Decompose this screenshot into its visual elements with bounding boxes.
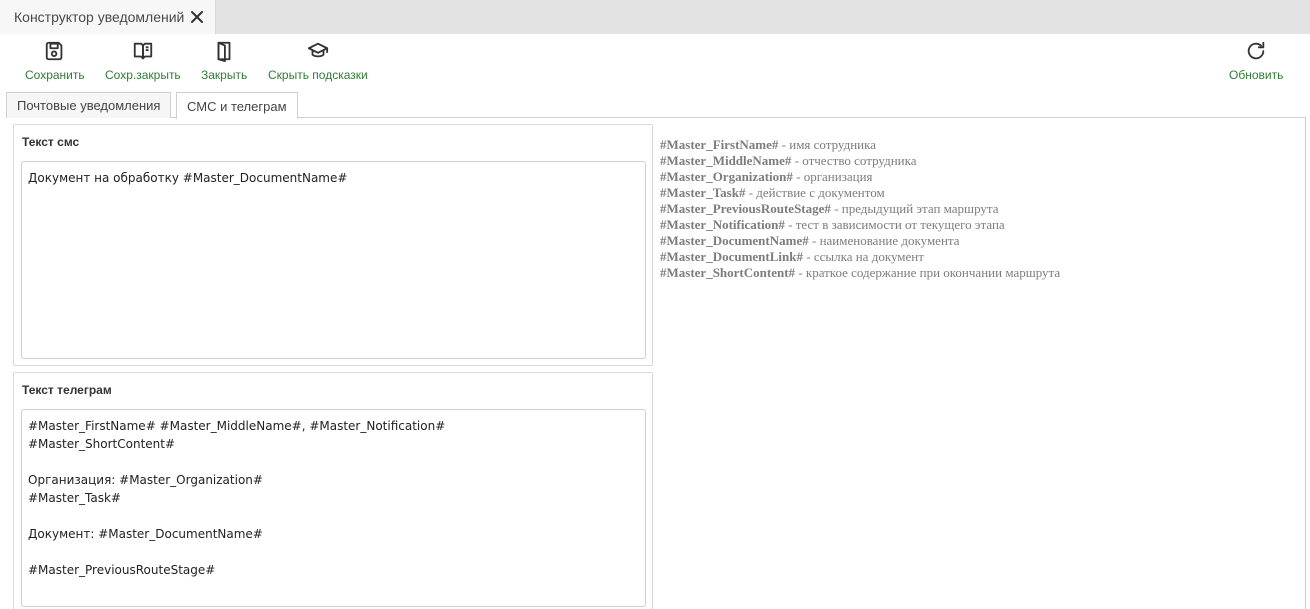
save-close-button[interactable]: Сохр.закрыть	[105, 40, 181, 82]
door-icon	[217, 41, 231, 62]
placeholder-hints: #Master_FirstName# - имя сотрудника #Mas…	[660, 137, 1060, 281]
refresh-button[interactable]: Обновить	[1229, 40, 1283, 82]
document-tab[interactable]: Конструктор уведомлений	[0, 0, 216, 34]
hint-item: #Master_DocumentName# - наименование док…	[660, 233, 960, 248]
save-button-label: Сохранить	[25, 68, 85, 82]
toolbar: Сохранить Сохр.закрыть Закрыть Скрыть по…	[0, 34, 1310, 86]
sms-panel: Текст смс Документ на обработку #Master_…	[13, 124, 653, 366]
hint-item: #Master_Notification# - тест в зависимос…	[660, 217, 1005, 232]
close-icon[interactable]	[189, 9, 205, 25]
save-close-button-label: Сохр.закрыть	[105, 68, 181, 82]
content-right-border	[1305, 118, 1306, 609]
refresh-button-label: Обновить	[1229, 68, 1284, 82]
refresh-icon	[1247, 41, 1265, 60]
subtab-bar: Почтовые уведомления СМС и телеграм	[0, 86, 1310, 119]
hint-item: #Master_ShortContent# - краткое содержан…	[660, 265, 1061, 280]
sms-text-input[interactable]: Документ на обработку #Master_DocumentNa…	[21, 161, 646, 359]
save-button[interactable]: Сохранить	[25, 40, 85, 82]
hint-item: #Master_Task# - действие с документом	[660, 185, 885, 200]
hint-item: #Master_MiddleName# - отчество сотрудник…	[660, 153, 917, 168]
tab-sms-telegram[interactable]: СМС и телеграм	[176, 92, 298, 119]
close-button[interactable]: Закрыть	[201, 40, 247, 82]
tab-email-notifications[interactable]: Почтовые уведомления	[6, 92, 172, 118]
graduation-cap-icon	[307, 42, 328, 58]
hide-hints-button-label: Скрыть подсказки	[268, 68, 368, 82]
close-button-label: Закрыть	[201, 68, 248, 82]
document-tabstrip: Конструктор уведомлений	[0, 0, 1310, 34]
tab-sms-telegram-label: СМС и телеграм	[187, 98, 287, 114]
save-icon	[45, 41, 63, 61]
hint-item: #Master_DocumentLink# - ссылка на докуме…	[660, 249, 924, 264]
book-open-icon	[133, 42, 153, 60]
sms-panel-title: Текст смс	[22, 135, 80, 149]
hint-item: #Master_PreviousRouteStage# - предыдущий…	[660, 201, 999, 216]
hint-item: #Master_FirstName# - имя сотрудника	[660, 137, 877, 152]
telegram-text-input[interactable]: #Master_FirstName# #Master_MiddleName#, …	[21, 409, 646, 607]
hide-hints-button[interactable]: Скрыть подсказки	[268, 40, 368, 82]
tab-email-notifications-label: Почтовые уведомления	[17, 98, 161, 113]
document-tab-label: Конструктор уведомлений	[14, 9, 185, 25]
telegram-panel-title: Текст телеграм	[22, 383, 112, 397]
telegram-panel: Текст телеграм #Master_FirstName# #Maste…	[13, 372, 653, 609]
hint-item: #Master_Organization# - организация	[660, 169, 873, 184]
